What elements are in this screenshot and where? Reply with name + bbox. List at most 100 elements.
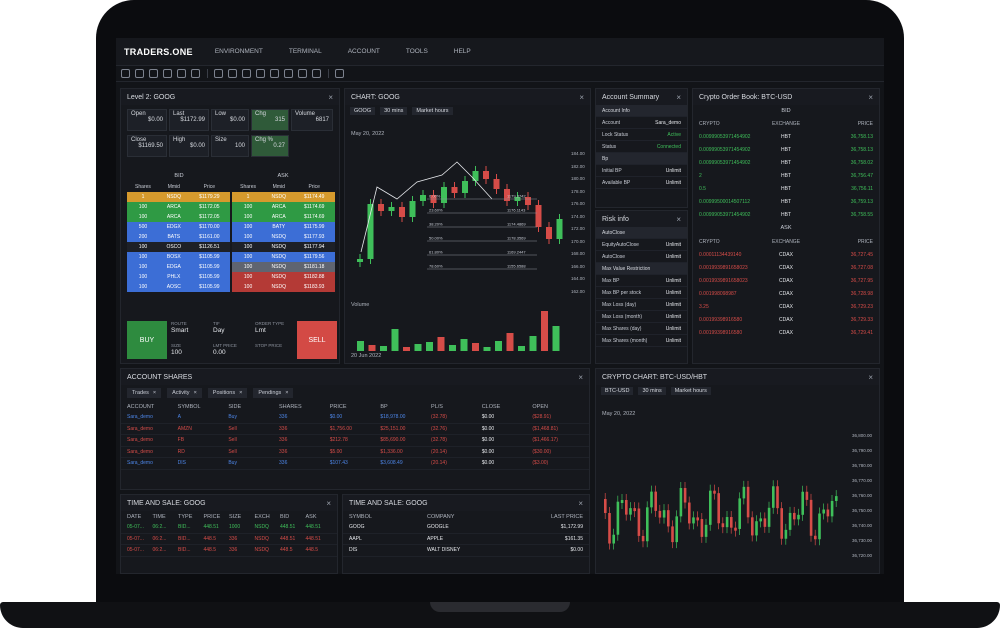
ob-row[interactable]: 0.0019939891658023 CDAX 36,727.08 (693, 261, 879, 274)
lmt-price-input[interactable]: LMT PRICE 0.00 (213, 343, 237, 356)
table-row[interactable]: Sara_demo AMZN Sell 336 $1,756.00 $25,151.00 (… (121, 424, 589, 435)
tool-icon[interactable] (121, 69, 130, 78)
account-shares-panel: ACCOUNT SHARES × Trades × Activity × Position… (120, 368, 590, 490)
ob-row[interactable]: 0.00999053971454902 HBT 36,758.13 (693, 143, 879, 156)
table-row[interactable]: DIS WALT DISNEY $0.00 (343, 545, 589, 557)
close-icon[interactable]: × (153, 390, 156, 396)
close-icon[interactable]: × (328, 93, 333, 102)
sell-button[interactable]: SELL (297, 321, 337, 359)
table-row[interactable]: 05-07... 06:2... BID... 448.5 336 NSDQ 448.51 4… (121, 534, 337, 545)
tool-icon[interactable] (256, 69, 265, 78)
session-select[interactable]: Market hours (412, 107, 453, 115)
table-row[interactable]: 100 NSDQ $1177.93 (232, 232, 335, 242)
table-row[interactable]: 1 NSDQ $1179.29 (127, 192, 230, 202)
nav-tools[interactable]: TOOLS (406, 48, 428, 55)
table-row[interactable]: Sara_demo FB Sell 336 $212.78 $85,690.00 (32.7… (121, 435, 589, 447)
ob-row[interactable]: 2 HBT 36,756.47 (693, 169, 879, 182)
tool-icon[interactable] (149, 69, 158, 78)
ob-row[interactable]: 0.00999500014507112 HBT 36,759.13 (693, 195, 879, 208)
tool-icon[interactable] (312, 69, 321, 78)
ob-row[interactable]: 0.00199398916580 CDAX 36,729.33 (693, 313, 879, 326)
size-input[interactable]: SIZE 100 (171, 343, 182, 356)
ob-row[interactable]: 3.25 CDAX 36,729.23 (693, 300, 879, 313)
tool-icon[interactable] (163, 69, 172, 78)
ob-row[interactable]: 0.001998098987 CDAX 36,728.98 (693, 287, 879, 300)
stop-price-input[interactable]: STOP PRICE (255, 343, 282, 349)
tool-icon[interactable] (284, 69, 293, 78)
candle (746, 486, 750, 518)
order-type-select[interactable]: ORDER TYPE Lmt (255, 321, 284, 334)
close-icon[interactable]: × (326, 499, 331, 508)
table-row[interactable]: 100 OSCO $1126.51 (127, 242, 230, 252)
buy-button[interactable]: BUY (127, 321, 167, 359)
close-icon[interactable]: × (579, 93, 584, 102)
tool-icon[interactable] (214, 69, 223, 78)
tool-icon[interactable] (191, 69, 200, 78)
table-row[interactable]: 100 ARCA $1174.69 (232, 202, 335, 212)
close-icon[interactable]: × (194, 390, 197, 396)
nav-environment[interactable]: ENVIRONMENT (215, 48, 263, 55)
tool-icon[interactable] (242, 69, 251, 78)
table-row[interactable]: 100 NSDQ $1177.94 (232, 242, 335, 252)
table-row[interactable]: Sara_demo A Buy 336 $0.00 $18,978.00 (32.78) $0… (121, 412, 589, 424)
table-row[interactable]: 1 NSDQ $1174.49 (232, 192, 335, 202)
tool-icon[interactable] (228, 69, 237, 78)
tool-icon[interactable] (135, 69, 144, 78)
table-row[interactable]: 100 ARCA $1174.69 (232, 212, 335, 222)
tab-trades[interactable]: Trades × (127, 388, 162, 398)
table-row[interactable]: 100 NSDQ $1179.56 (232, 252, 335, 262)
table-row[interactable]: 100 BATY $1175.99 (232, 222, 335, 232)
volume-chart (357, 311, 560, 351)
table-row[interactable]: 200 BATS $1161.00 (127, 232, 230, 242)
tab-pendings[interactable]: Pendings × (253, 388, 294, 398)
table-cell: NSDQ (271, 284, 286, 290)
ob-row[interactable]: 0.5 HBT 36,756.11 (693, 182, 879, 195)
ob-row[interactable]: 0.00999053971454902 HBT 36,758.13 (693, 130, 879, 143)
table-row[interactable]: 05-07... 06:2... BID... 448.51 1000 NSDQ 448.5… (121, 522, 337, 534)
table-row[interactable]: AAPL APPLE $161.35 (343, 534, 589, 545)
close-icon[interactable]: × (676, 215, 681, 224)
tool-icon[interactable] (270, 69, 279, 78)
close-icon[interactable]: × (676, 93, 681, 102)
ob-row[interactable]: 0.0019939891658023 CDAX 36,727.95 (693, 274, 879, 287)
table-row[interactable]: 100 PHLX $1105.99 (127, 272, 230, 282)
table-row[interactable]: Sara_demo DIS Buy 336 $107.43 $3,608.49 (20.14… (121, 458, 589, 470)
close-icon[interactable]: × (868, 93, 873, 102)
session-select[interactable]: Market hours (670, 387, 711, 395)
table-row[interactable]: 05-07... 06:2... BID... 448.5 336 NSDQ 448.5 44… (121, 545, 337, 557)
tool-icon[interactable] (298, 69, 307, 78)
close-icon[interactable]: × (239, 390, 242, 396)
table-row[interactable]: 100 NSDQ $1182.88 (232, 272, 335, 282)
table-row[interactable]: GOOG GOOGLE $1,172.99 (343, 522, 589, 534)
nav-terminal[interactable]: TERMINAL (289, 48, 322, 55)
ob-row[interactable]: 0.00999053971454902 HBT 36,758.02 (693, 156, 879, 169)
symbol-select[interactable]: GOOG (350, 107, 376, 115)
table-row[interactable]: 100 NSDQ $1183.93 (232, 282, 335, 292)
nav-help[interactable]: HELP (454, 48, 471, 55)
table-row[interactable]: Sara_demo RD Sell 336 $5.00 $1,336.00 (20.14) $… (121, 447, 589, 458)
ob-row[interactable]: 0.00199398916580 CDAX 36,729.41 (693, 326, 879, 339)
table-row[interactable]: 100 ARCA $1172.05 (127, 212, 230, 222)
ob-row[interactable]: 0.00999053971454902 HBT 36,758.55 (693, 208, 879, 221)
table-row[interactable]: 100 ARCA $1172.05 (127, 202, 230, 212)
table-row[interactable]: 100 AOSC $1105.99 (127, 282, 230, 292)
route-select[interactable]: ROUTE Smart (171, 321, 188, 334)
tool-icon[interactable] (177, 69, 186, 78)
table-row[interactable]: 500 EDGX $1170.00 (127, 222, 230, 232)
nav-account[interactable]: ACCOUNT (348, 48, 380, 55)
interval-select[interactable]: 30 mins (638, 387, 666, 395)
tab-activity[interactable]: Activity × (167, 388, 202, 398)
close-icon[interactable]: × (868, 373, 873, 382)
tab-positions[interactable]: Positions × (207, 388, 248, 398)
close-icon[interactable]: × (285, 390, 288, 396)
interval-select[interactable]: 30 mins (380, 107, 408, 115)
table-row[interactable]: 100 BOSX $1105.99 (127, 252, 230, 262)
table-row[interactable]: 100 EDGA $1105.99 (127, 262, 230, 272)
close-icon[interactable]: × (578, 499, 583, 508)
calendar-icon[interactable] (335, 69, 344, 78)
symbol-select[interactable]: BTC-USD (601, 387, 634, 395)
tif-select[interactable]: TIF Day (213, 321, 225, 334)
table-row[interactable]: 100 NSDQ $1181.18 (232, 262, 335, 272)
close-icon[interactable]: × (578, 373, 583, 382)
ob-row[interactable]: 0.00011134439140 CDAX 36,727.45 (693, 248, 879, 261)
